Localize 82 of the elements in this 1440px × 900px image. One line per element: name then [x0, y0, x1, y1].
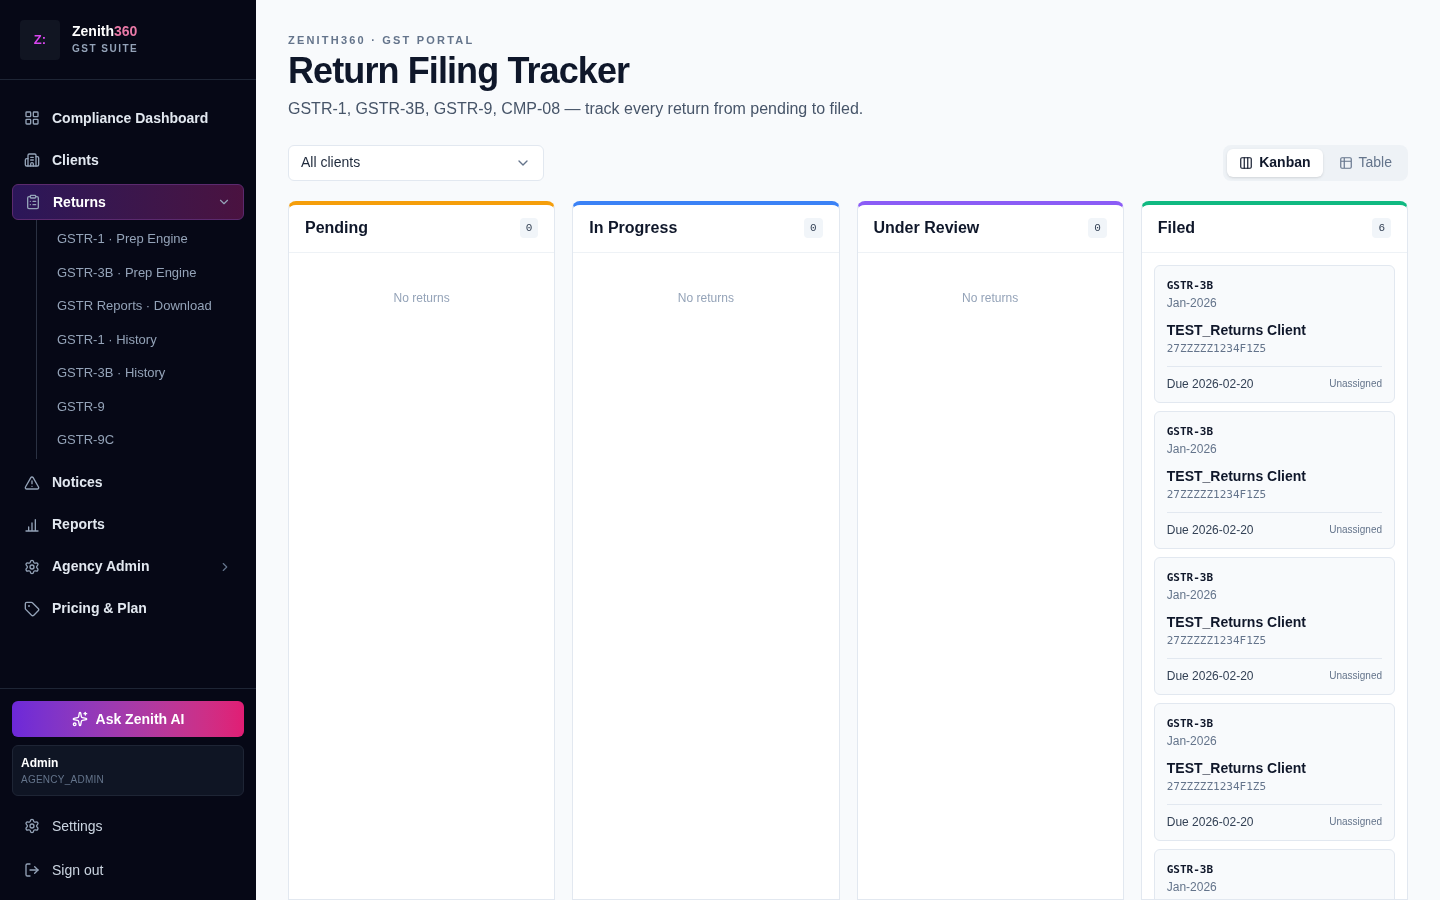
- column-count: 6: [1372, 217, 1391, 239]
- due-date: Due 2026-02-20: [1166, 667, 1254, 685]
- user-name: Admin: [21, 755, 60, 772]
- due-date: Due 2026-02-20: [1166, 521, 1254, 539]
- nav-item[interactable]: Compliance Dashboard: [12, 100, 244, 136]
- warning-icon: [24, 474, 40, 491]
- logout-icon: [24, 862, 40, 878]
- column-title: Pending: [305, 218, 369, 238]
- client-gstin: 27ZZZZZ1234F1Z5: [1166, 779, 1268, 795]
- assignee: Unassigned: [1329, 377, 1382, 391]
- due-date: Due 2026-02-20: [1166, 813, 1254, 831]
- nav-subitem[interactable]: GSTR-3B · Prep Engine: [57, 255, 244, 289]
- page-subtitle: GSTR-1, GSTR-3B, GSTR-9, CMP-08 — track every return from pending to filed.: [288, 98, 865, 119]
- nav-item[interactable]: Returns: [12, 184, 244, 220]
- nav-item[interactable]: Agency Admin: [12, 548, 244, 585]
- empty-message: No returns: [676, 289, 735, 307]
- clipboard-icon: [25, 194, 41, 210]
- nav-subitem[interactable]: GSTR-1 · Prep Engine: [57, 222, 244, 256]
- return-period: Jan-2026: [1166, 587, 1218, 604]
- columns-icon: [1239, 155, 1254, 170]
- table-icon: [1338, 155, 1353, 170]
- client-select[interactable]: All clients: [288, 144, 544, 181]
- tag-icon: [24, 600, 40, 617]
- return-period: Jan-2026: [1166, 295, 1218, 312]
- return-card[interactable]: GSTR-3B Jan-2026 TEST_Returns Client 27ZZZZZ1234F1Z5 Due 2026-02-20 Unassigned: [1153, 556, 1395, 695]
- return-form: GSTR-3B: [1166, 861, 1215, 878]
- ask-ai-button[interactable]: Ask Zenith AI: [12, 701, 244, 737]
- assignee: Unassigned: [1329, 815, 1382, 829]
- client-name: TEST_Returns Client: [1166, 321, 1307, 340]
- client-gstin: 27ZZZZZ1234F1Z5: [1166, 341, 1268, 357]
- client-name: TEST_Returns Client: [1166, 613, 1307, 632]
- column-title: In Progress: [589, 218, 678, 238]
- column-title: Filed: [1157, 218, 1196, 238]
- brand-tagline: GST SUITE: [72, 42, 139, 56]
- column-count: 0: [803, 217, 823, 239]
- due-date: Due 2026-02-20: [1166, 375, 1254, 393]
- nav-subitem[interactable]: GSTR-9: [57, 389, 244, 423]
- client-name: TEST_Returns Client: [1166, 467, 1307, 486]
- view-tab[interactable]: Table: [1326, 148, 1404, 177]
- page-title: Return Filing Tracker: [288, 48, 631, 93]
- nav-subitem[interactable]: GSTR Reports · Download: [57, 289, 244, 323]
- column-title: Under Review: [873, 218, 980, 238]
- return-card[interactable]: GSTR-3B Jan-2026 TEST_Returns Client 27ZZZZZ1234F1Z5 Due 2026-02-20 Unassigned: [1153, 410, 1395, 549]
- nav-subitem[interactable]: GSTR-3B · History: [57, 356, 244, 390]
- view-tab[interactable]: Kanban: [1227, 148, 1323, 177]
- nav-item[interactable]: Pricing & Plan: [12, 590, 244, 627]
- settings-icon: [24, 558, 40, 575]
- client-gstin: 27ZZZZZ1234F1Z5: [1166, 633, 1268, 649]
- nav-item[interactable]: Notices: [12, 464, 244, 501]
- empty-message: No returns: [961, 289, 1020, 307]
- return-form: GSTR-3B: [1166, 569, 1215, 586]
- grid-icon: [24, 110, 40, 126]
- column-count: 0: [1088, 217, 1107, 239]
- assignee: Unassigned: [1329, 523, 1382, 537]
- client-name: TEST_Returns Client: [1166, 759, 1307, 778]
- footer-link[interactable]: Settings: [12, 804, 244, 848]
- nav-subitem[interactable]: GSTR-1 · History: [57, 322, 244, 356]
- user-role: AGENCY_ADMIN: [21, 773, 105, 787]
- return-form: GSTR-3B: [1166, 423, 1215, 440]
- bar-chart-icon: [24, 516, 40, 533]
- return-form: GSTR-3B: [1166, 715, 1215, 732]
- column-count: 0: [519, 217, 539, 239]
- settings-icon: [24, 818, 40, 834]
- return-form: GSTR-3B: [1166, 277, 1215, 294]
- empty-message: No returns: [392, 289, 451, 307]
- client-gstin: 27ZZZZZ1234F1Z5: [1166, 487, 1268, 503]
- nav-subitem[interactable]: GSTR-9C: [57, 423, 244, 457]
- assignee: Unassigned: [1329, 669, 1382, 683]
- return-card[interactable]: GSTR-3B Jan-2026: [1153, 848, 1395, 899]
- return-period: Jan-2026: [1166, 441, 1218, 458]
- building-icon: [24, 152, 40, 168]
- brand-name: Zenith360: [72, 23, 139, 39]
- return-card[interactable]: GSTR-3B Jan-2026 TEST_Returns Client 27ZZZZZ1234F1Z5 Due 2026-02-20 Unassigned: [1153, 702, 1395, 841]
- return-period: Jan-2026: [1166, 879, 1218, 896]
- sparkle-icon: [71, 711, 88, 727]
- footer-link[interactable]: Sign out: [12, 848, 244, 892]
- return-card[interactable]: GSTR-3B Jan-2026 TEST_Returns Client 27ZZZZZ1234F1Z5 Due 2026-02-20 Unassigned: [1153, 264, 1395, 403]
- return-period: Jan-2026: [1166, 733, 1218, 750]
- eyebrow: ZENITH360 · GST PORTAL: [288, 33, 476, 48]
- logo: Z:: [20, 19, 60, 60]
- nav-item[interactable]: Reports: [12, 506, 244, 543]
- nav-item[interactable]: Clients: [12, 142, 244, 178]
